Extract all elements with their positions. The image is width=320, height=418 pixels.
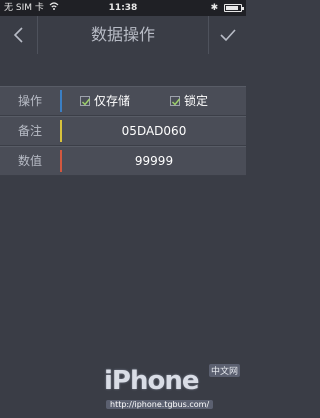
battery-fill — [226, 5, 238, 10]
checkmark-icon — [219, 29, 236, 42]
operation-row: 操作 仅存储 锁定 — [0, 86, 246, 116]
value-label: 数值 — [17, 154, 42, 168]
status-right: ✱ — [210, 0, 244, 16]
data-form: 操作 仅存储 锁定 备注 05DAD060 数值 99999 — [0, 86, 246, 176]
status-bar: 无 SIM 卡 11:38 ✱ — [0, 0, 246, 16]
store-only-checkbox[interactable]: 仅存储 — [80, 87, 130, 115]
watermark-logo: iPhone — [104, 366, 199, 396]
check-mark-icon — [172, 98, 181, 106]
watermark: iPhone 中文网 http://iphone.tgbus.com/ — [100, 360, 246, 418]
checkbox-icon — [80, 96, 91, 106]
note-value[interactable]: 05DAD060 — [62, 117, 246, 145]
status-time: 11:38 — [108, 3, 138, 13]
lock-checkbox[interactable]: 锁定 — [170, 87, 208, 115]
checkbox-icon — [170, 96, 181, 106]
confirm-button[interactable] — [208, 16, 246, 54]
note-row[interactable]: 备注 05DAD060 — [0, 116, 246, 146]
page-title: 数据操作 — [90, 25, 155, 44]
back-button[interactable] — [0, 16, 38, 54]
store-only-label: 仅存储 — [94, 94, 131, 108]
value-row[interactable]: 数值 99999 — [0, 146, 246, 176]
watermark-url: http://iphone.tgbus.com/ — [106, 400, 214, 409]
watermark-tag: 中文网 — [208, 364, 240, 377]
operation-label: 操作 — [17, 94, 42, 108]
navigation-bar: 数据操作 — [0, 16, 246, 54]
note-label: 备注 — [17, 124, 42, 138]
check-mark-icon — [82, 98, 91, 106]
bluetooth-icon: ✱ — [210, 3, 219, 13]
chevron-left-icon — [13, 27, 23, 43]
battery-icon — [224, 3, 244, 12]
operation-accent-bar — [60, 90, 62, 112]
value-field[interactable]: 99999 — [62, 147, 246, 175]
lock-label: 锁定 — [184, 94, 209, 108]
